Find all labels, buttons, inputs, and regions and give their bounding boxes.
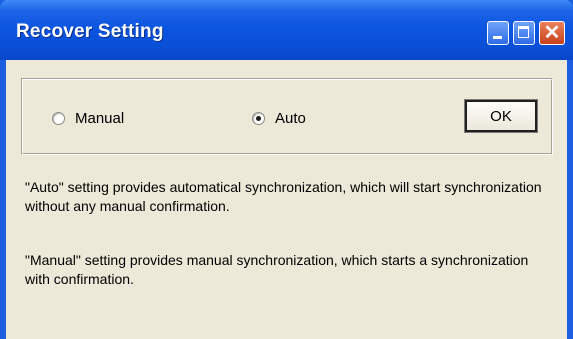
manual-radio-circle[interactable] (52, 112, 65, 125)
maximize-icon (518, 26, 529, 38)
window-title: Recover Setting (16, 21, 164, 42)
minimize-icon (493, 36, 502, 39)
manual-radio[interactable]: Manual (52, 110, 124, 127)
manual-radio-label[interactable]: Manual (75, 110, 124, 127)
radio-selected-dot (256, 116, 261, 121)
close-button[interactable]: ✕ (539, 21, 565, 45)
manual-description: "Manual" setting provides manual synchro… (25, 252, 529, 287)
auto-radio-label[interactable]: Auto (275, 110, 306, 127)
auto-description: "Auto" setting provides automatical sync… (25, 179, 542, 214)
maximize-button[interactable] (513, 21, 535, 45)
auto-radio-circle[interactable] (252, 112, 265, 125)
minimize-button[interactable] (487, 21, 509, 45)
title-bar[interactable]: Recover Setting ✕ (0, 0, 573, 60)
close-icon: ✕ (543, 22, 561, 44)
auto-radio[interactable]: Auto (252, 110, 306, 127)
ok-button[interactable]: OK (464, 99, 538, 133)
